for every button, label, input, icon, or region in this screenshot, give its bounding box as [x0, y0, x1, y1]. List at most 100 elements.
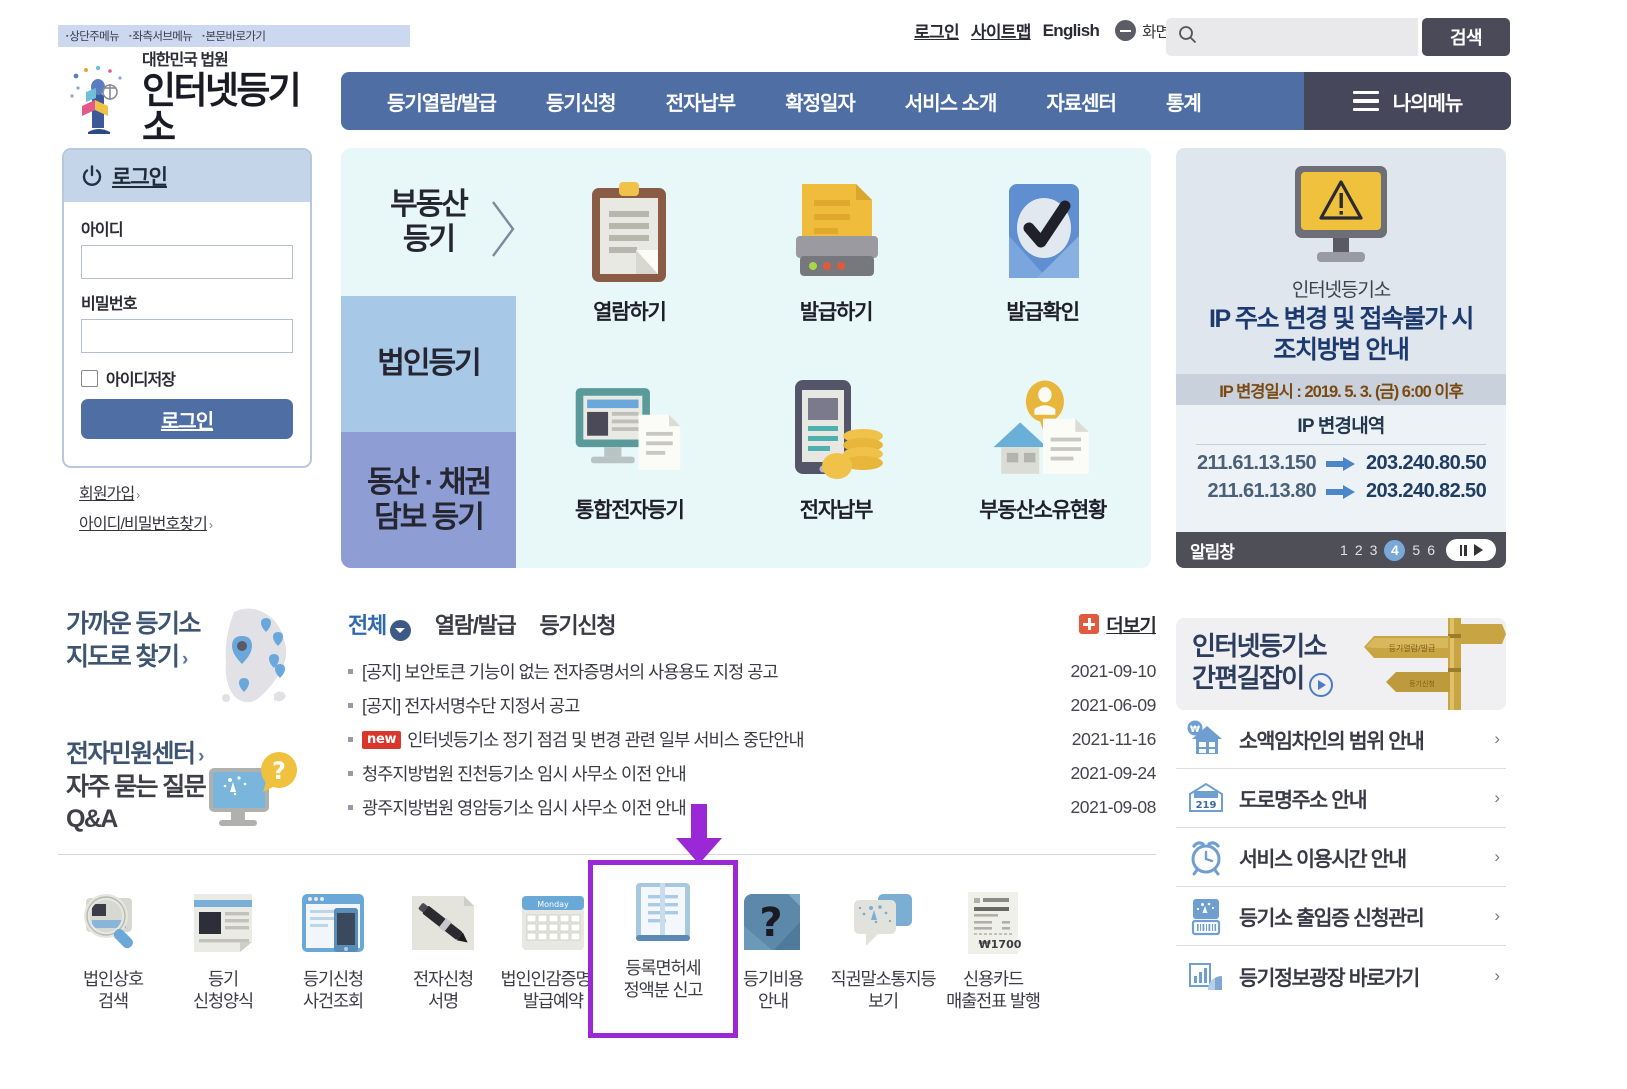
login-submit-button[interactable]: 로그인 [81, 399, 293, 439]
remember-id-checkbox[interactable] [81, 369, 98, 387]
pause-icon[interactable] [1459, 544, 1467, 556]
hero-tile-epayment-label: 전자납부 [799, 499, 874, 522]
play-icon[interactable] [1474, 544, 1483, 556]
find-registry-office-block[interactable]: 가까운 등기소 지도로 찾기 › [66, 608, 336, 714]
svg-text:?: ? [272, 757, 286, 785]
id-label: 아이디 [81, 222, 124, 239]
guide-item-service-hours[interactable]: 서비스 이용시간 안내 › [1176, 828, 1506, 887]
guide-item-small-lessee-range[interactable]: ₩ 소액임차인의 범위 안내 › [1176, 710, 1506, 769]
nav-item-service-intro[interactable]: 서비스 소개 [905, 87, 998, 116]
chevron-right-icon: › [136, 488, 140, 502]
nav-item-epayment[interactable]: 전자납부 [666, 87, 737, 116]
nav-item-registry-view[interactable]: 등기열람/발급 [387, 87, 497, 116]
quicklink-registration-license-tax-report[interactable]: 등록면허세 정액분 신고 [588, 860, 738, 1038]
quicklink-esignature[interactable]: 전자신청 서명 [388, 872, 498, 1037]
pager-page-2[interactable]: 2 [1355, 542, 1363, 558]
pager-page-1[interactable]: 1 [1340, 542, 1348, 558]
search-icon [1178, 25, 1197, 49]
password-input[interactable] [81, 319, 293, 353]
guide-item-label: 서비스 이용시간 안내 [1239, 848, 1407, 871]
hero-category-movable-credit[interactable]: 동산 · 채권 담보 등기 [341, 432, 516, 568]
pager-page-4-active[interactable]: 4 [1384, 539, 1406, 561]
korea-map-icon [204, 602, 310, 714]
quicklink-application-form[interactable]: 등기 신청양식 [168, 872, 278, 1037]
skip-link-top-menu[interactable]: 상단주메뉴 [66, 28, 120, 44]
bullet-icon [348, 669, 353, 674]
hero-tile-integrated-eregistry[interactable]: 통합전자등기 [526, 360, 733, 558]
hero-tile-issue[interactable]: 발급하기 [733, 162, 940, 360]
signup-link[interactable]: 회원가입 › [79, 480, 312, 504]
notice-row[interactable]: 광주지방법원 영암등기소 임시 사무소 이전 안내 2021-09-08 [348, 791, 1156, 825]
guide-panel-header[interactable]: 인터넷등기소 간편길잡이 등기열람/발급 등기신청 [1176, 618, 1506, 710]
nav-item-registry-apply[interactable]: 등기신청 [546, 87, 617, 116]
find-id-password-link[interactable]: 아이디/비밀번호찾기 › [79, 510, 312, 534]
notice-title: [공지] 전자서명수단 지정서 공고 [362, 696, 580, 716]
power-icon [81, 165, 103, 187]
nav-item-data-center[interactable]: 자료센터 [1046, 87, 1117, 116]
zoom-out-icon[interactable] [1115, 20, 1137, 41]
skip-link-left-submenu[interactable]: 좌측서브메뉴 [129, 28, 192, 44]
svg-text:?: ? [759, 900, 782, 946]
hero-tile-view[interactable]: 열람하기 [526, 162, 733, 360]
speech-notice-icon [846, 886, 920, 960]
skip-link-main-content[interactable]: 본문바로가기 [202, 28, 266, 44]
quicklink-label: 등기비용 안내 [743, 969, 804, 1012]
notice-row[interactable]: new 인터넷등기소 정기 점검 및 변경 관련 일부 서비스 중단안내 202… [348, 723, 1156, 757]
page-root: 상단주메뉴 좌측서브메뉴 본문바로가기 로그인 사이트맵 English 화면크… [0, 0, 1627, 1089]
sitemap-link[interactable]: 사이트맵 [971, 18, 1031, 43]
my-menu-button[interactable]: 나의메뉴 [1304, 72, 1511, 130]
notice-tab-view-issue[interactable]: 열람/발급 [435, 608, 517, 640]
monitor-document-icon [570, 370, 688, 490]
search-button[interactable]: 검색 [1422, 18, 1510, 56]
ip-old-address: 211.61.13.150 [1197, 452, 1317, 474]
search-input[interactable] [1205, 29, 1405, 45]
hero-tile-property-ownership[interactable]: 부동산소유현황 [939, 360, 1146, 558]
quicklink-registration-cost-guide[interactable]: ? 등기비용 안내 [718, 872, 828, 1037]
hero-category-corporate[interactable]: 법인등기 [341, 296, 516, 432]
remember-id-row[interactable]: 아이디저장 [81, 366, 293, 390]
site-logo[interactable]: 대한민국 법원 인터넷등기소 [62, 52, 322, 146]
chevron-down-icon[interactable] [389, 619, 411, 641]
hero-tile-integrated-eregistry-label: 통합전자등기 [574, 499, 685, 522]
bullet-icon [348, 771, 353, 776]
notice-tabs: 전체 열람/발급 등기신청 더보기 [348, 608, 1157, 641]
hero-category-real-estate-label: 부동산 등기 [390, 187, 469, 256]
pager-page-5[interactable]: 5 [1412, 542, 1420, 558]
quicklink-case-inquiry[interactable]: 등기신청 사건조회 [278, 872, 388, 1037]
notice-tab-apply[interactable]: 등기신청 [539, 608, 616, 640]
search-box[interactable] [1166, 18, 1418, 56]
guide-item-registry-info-plaza[interactable]: 등기정보광장 바로가기 › [1176, 946, 1506, 1005]
nav-item-statistics[interactable]: 통계 [1166, 87, 1202, 116]
ip-notice-top: 인터넷등기소 IP 주소 변경 및 접속불가 시 조치방법 안내 [1176, 148, 1506, 365]
notice-row[interactable]: 청주지방법원 진천등기소 임시 사무소 이전 안내 2021-09-24 [348, 757, 1156, 791]
quicklink-credit-card-receipt[interactable]: ₩1700 신용카드 매출전표 발행 [938, 872, 1048, 1037]
english-link[interactable]: English [1043, 21, 1100, 41]
pager-page-6[interactable]: 6 [1427, 542, 1435, 558]
hero-tile-verify-label: 발급확인 [1006, 301, 1080, 324]
civil-service-center-block[interactable]: 전자민원센터 › 자주 묻는 질문 Q&A ? [66, 738, 336, 836]
login-link[interactable]: 로그인 [914, 18, 960, 43]
chevron-right-icon: › [1494, 729, 1500, 748]
hero-tile-epayment[interactable]: 전자납부 [733, 360, 940, 558]
notice-more-button[interactable]: 더보기 [1079, 611, 1157, 638]
guide-item-road-address[interactable]: 219 도로명주소 안내 › [1176, 769, 1506, 828]
qna-monitor-icon: ? [205, 748, 299, 826]
printer-icon [777, 172, 895, 292]
hero-tile-verify[interactable]: 발급확인 [939, 162, 1146, 360]
search-area: 검색 [1166, 18, 1510, 56]
quicklink-cancellation-notice[interactable]: 직권말소통지등 보기 [828, 872, 938, 1037]
notice-tab-all[interactable]: 전체 [348, 608, 411, 641]
nav-item-fixed-date[interactable]: 확정일자 [785, 87, 856, 116]
chart-icon [1186, 956, 1226, 996]
guide-item-access-pass[interactable]: 등기소 출입증 신청관리 › [1176, 887, 1506, 946]
ip-notice-panel[interactable]: 인터넷등기소 IP 주소 변경 및 접속불가 시 조치방법 안내 IP 변경일시 … [1176, 148, 1506, 568]
id-input[interactable] [81, 245, 293, 279]
ip-change-row: 211.61.13.80 203.240.82.50 [1192, 480, 1490, 503]
chevron-right-icon: › [194, 746, 204, 767]
mobile-coins-icon [777, 370, 895, 490]
check-badge-icon [984, 172, 1102, 292]
pager-page-3[interactable]: 3 [1370, 542, 1378, 558]
quicklink-corporate-name-search[interactable]: 법인상호 검색 [58, 872, 168, 1037]
notice-row[interactable]: [공지] 보안토큰 기능이 없는 전자증명서의 사용용도 지정 공고 2021-… [348, 655, 1156, 689]
notice-row[interactable]: [공지] 전자서명수단 지정서 공고 2021-06-09 [348, 689, 1156, 723]
